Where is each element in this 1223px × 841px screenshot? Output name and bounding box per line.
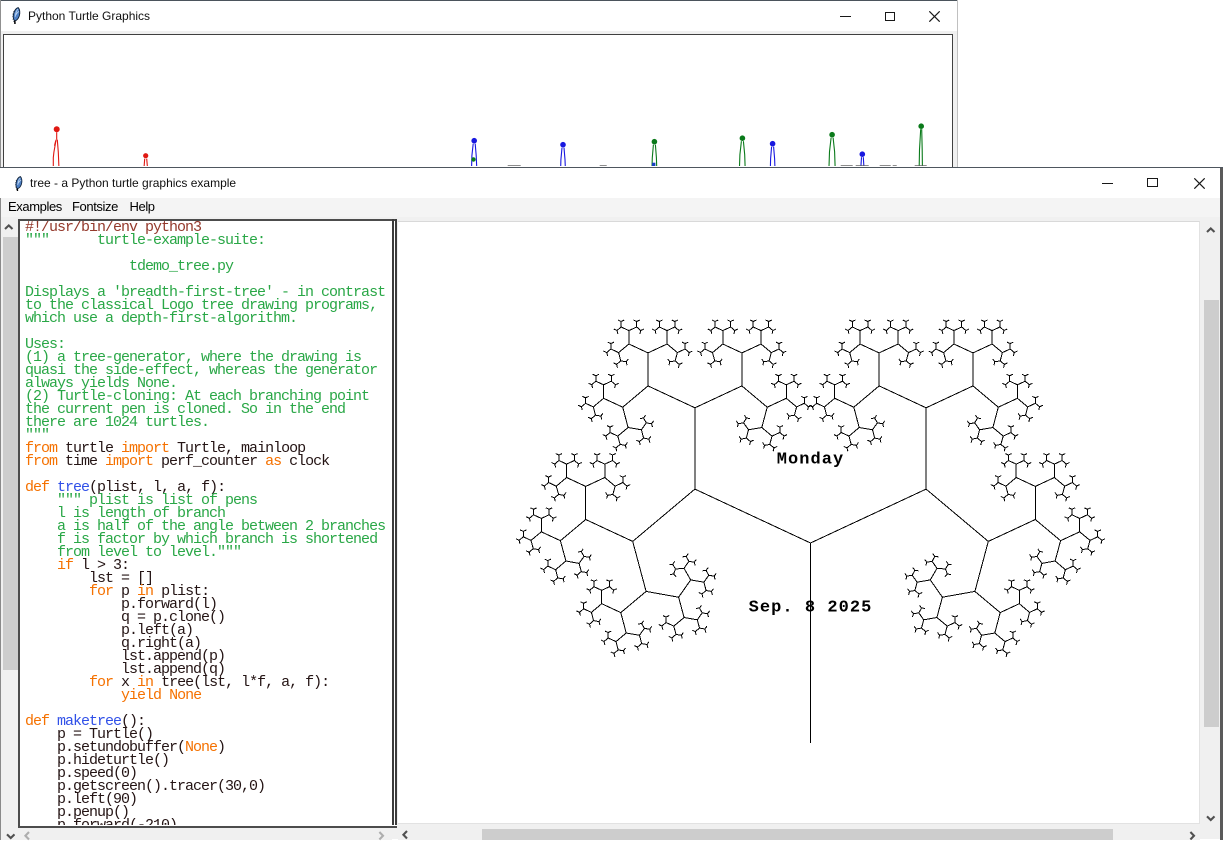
svg-text:Monday: Monday [777,451,845,470]
svg-text:Sep. 8 2025: Sep. 8 2025 [749,599,873,618]
